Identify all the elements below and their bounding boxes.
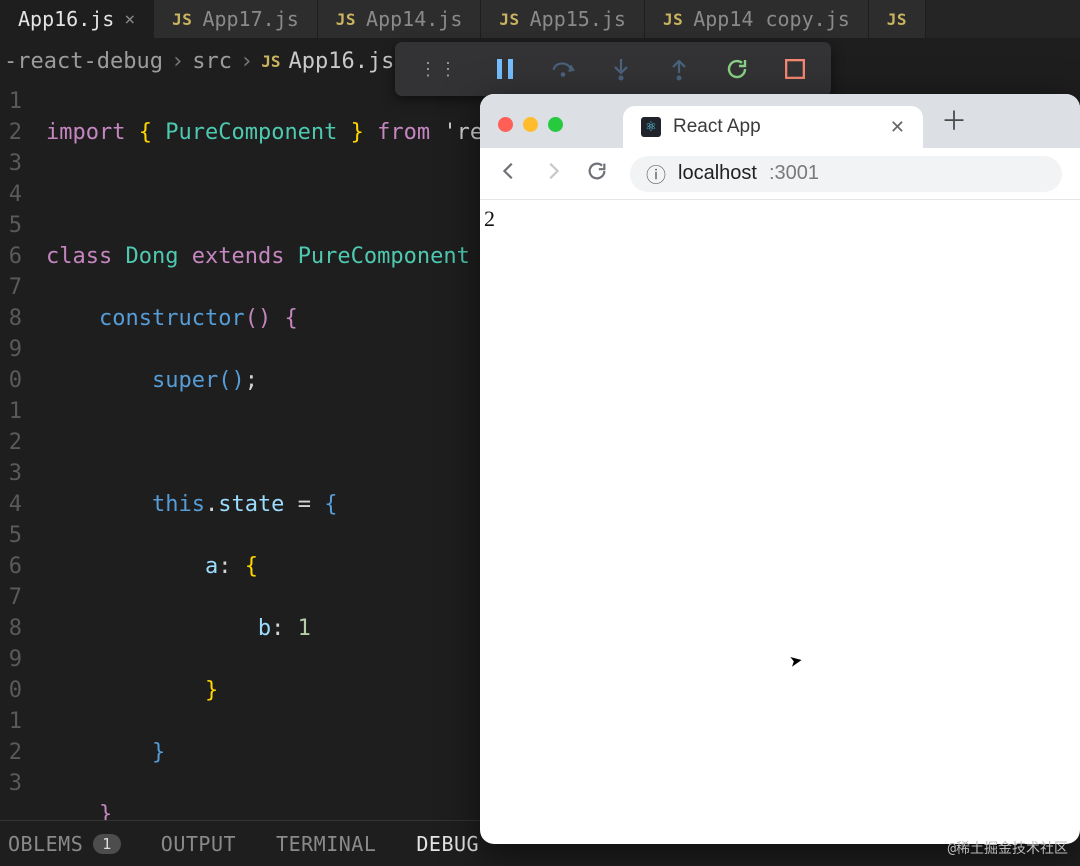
window-traffic-lights[interactable]: [498, 117, 563, 132]
pause-button[interactable]: [493, 57, 517, 81]
chevron-right-icon: ›: [240, 49, 253, 74]
tab-label: App17.js: [202, 7, 298, 31]
line-numbers-gutter: 1 2 3 4 5 6 7 8 9 0 1 2 3 4 5 6 7 8 9 0 …: [0, 84, 28, 820]
js-file-icon: JS: [172, 10, 192, 29]
browser-page-content: 2: [480, 200, 1080, 238]
breadcrumb-project[interactable]: -react-debug: [4, 49, 163, 74]
stop-button[interactable]: [783, 57, 807, 81]
forward-button[interactable]: [542, 160, 564, 187]
url-port: :3001: [769, 162, 819, 185]
editor-tabs: App16.js × JS App17.js JS App14.js JS Ap…: [0, 0, 1080, 38]
close-tab-icon[interactable]: ✕: [890, 117, 905, 138]
browser-tab-title: React App: [673, 116, 761, 138]
js-file-icon: JS: [499, 10, 519, 29]
tab-label: App15.js: [530, 7, 626, 31]
step-over-button[interactable]: [551, 57, 575, 81]
breadcrumb-folder[interactable]: src: [192, 49, 232, 74]
step-into-button[interactable]: [609, 57, 633, 81]
minimize-window-icon[interactable]: [523, 117, 538, 132]
browser-tab-bar: ⚛ React App ✕ ＋: [480, 94, 1080, 148]
rendered-value: 2: [484, 206, 495, 231]
tab-app16[interactable]: App16.js ×: [0, 0, 154, 38]
close-window-icon[interactable]: [498, 117, 513, 132]
react-favicon-icon: ⚛: [641, 117, 661, 137]
maximize-window-icon[interactable]: [548, 117, 563, 132]
js-file-icon: JS: [336, 10, 356, 29]
js-file-icon: JS: [261, 52, 280, 71]
back-button[interactable]: [498, 160, 520, 187]
js-file-icon: JS: [663, 10, 683, 29]
tab-app17[interactable]: JS App17.js: [154, 0, 318, 38]
url-host: localhost: [678, 162, 757, 185]
browser-tab[interactable]: ⚛ React App ✕: [623, 106, 923, 148]
chrome-browser-window[interactable]: ⚛ React App ✕ ＋ ⓘ localhost :3001 2: [480, 94, 1080, 844]
restart-button[interactable]: [725, 57, 749, 81]
watermark: @稀土掘金技术社区: [948, 838, 1068, 858]
tab-cut-off[interactable]: JS: [869, 0, 926, 38]
tab-app14[interactable]: JS App14.js: [318, 0, 482, 38]
drag-handle-icon[interactable]: ⋮⋮: [419, 59, 459, 80]
tab-app14copy[interactable]: JS App14 copy.js: [645, 0, 869, 38]
js-file-icon: JS: [887, 10, 907, 29]
step-out-button[interactable]: [667, 57, 691, 81]
panel-tab-terminal[interactable]: TERMINAL: [276, 832, 376, 856]
chevron-right-icon: ›: [171, 49, 184, 74]
breadcrumb-file[interactable]: App16.js: [288, 49, 394, 74]
breadcrumb[interactable]: -react-debug › src › JS App16.js ›: [4, 49, 416, 74]
tab-app15[interactable]: JS App15.js: [481, 0, 645, 38]
problems-count-badge: 1: [93, 834, 121, 854]
new-tab-button[interactable]: ＋: [941, 101, 967, 138]
panel-tab-output[interactable]: OUTPUT: [161, 832, 236, 856]
site-info-icon[interactable]: ⓘ: [646, 159, 666, 188]
debug-toolbar[interactable]: ⋮⋮: [395, 42, 831, 96]
panel-tab-problems[interactable]: OBLEMS 1: [8, 832, 121, 856]
panel-tab-debug[interactable]: DEBUG: [416, 832, 479, 856]
browser-address-bar-row: ⓘ localhost :3001: [480, 148, 1080, 200]
tab-label: App14.js: [366, 7, 462, 31]
tab-label: App14 copy.js: [693, 7, 850, 31]
close-icon[interactable]: ×: [124, 9, 135, 30]
reload-button[interactable]: [586, 160, 608, 187]
url-input[interactable]: ⓘ localhost :3001: [630, 156, 1062, 192]
tab-label: App16.js: [18, 7, 114, 31]
